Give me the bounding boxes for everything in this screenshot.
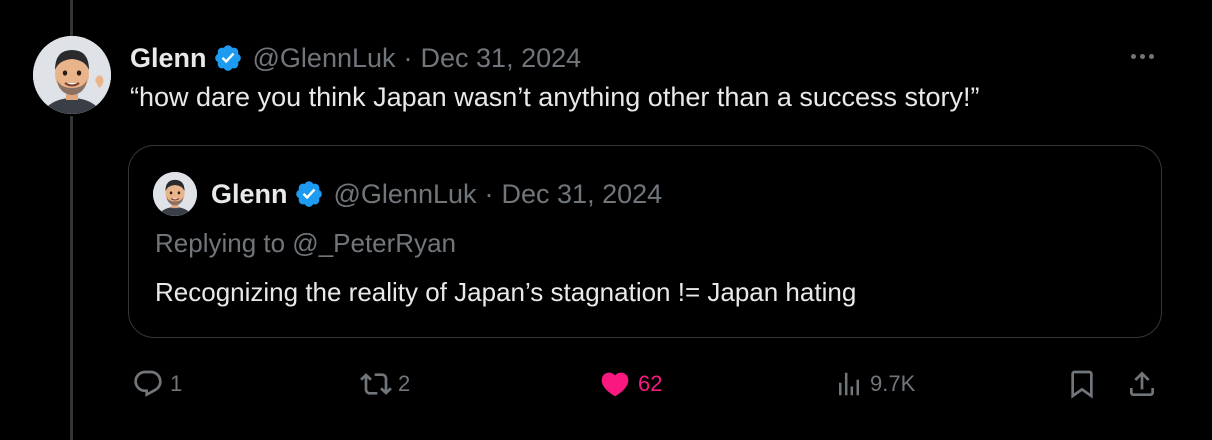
- verified-badge-icon: [294, 179, 324, 209]
- quoted-date: Dec 31, 2024: [501, 178, 663, 209]
- avatar[interactable]: [33, 36, 111, 114]
- thread-line-top: [70, 0, 73, 36]
- meta-separator: ·: [403, 42, 413, 73]
- repost-icon: [360, 373, 392, 395]
- like-count: 62: [638, 371, 663, 396]
- quoted-author-name: Glenn: [211, 178, 288, 209]
- meta-separator: ·: [484, 178, 494, 209]
- quoted-avatar: [153, 172, 197, 216]
- share-icon: [1130, 371, 1154, 396]
- replying-to: Replying to @_PeterRyan: [155, 228, 456, 258]
- repost-count: 2: [398, 371, 411, 396]
- quoted-text: Recognizing the reality of Japan’s stagn…: [155, 277, 857, 307]
- quoted-author-handle: @GlennLuk: [333, 178, 477, 209]
- more-options-icon[interactable]: [1124, 44, 1160, 68]
- tweet-text: “how dare you think Japan wasn’t anythin…: [130, 82, 980, 112]
- share-button[interactable]: [1126, 367, 1158, 401]
- bookmark-icon: [1071, 370, 1093, 399]
- heart-filled-icon: [601, 372, 629, 397]
- reply-icon: [134, 370, 162, 397]
- tweet-date[interactable]: Dec 31, 2024: [421, 43, 582, 74]
- thread-line-bottom: [70, 116, 73, 440]
- like-button[interactable]: 62: [598, 367, 662, 401]
- memoji-avatar-icon: [33, 36, 111, 114]
- bookmark-button[interactable]: [1066, 367, 1098, 401]
- quoted-tweet[interactable]: Glenn @GlennLuk · Dec 31, 2024 Replying …: [128, 145, 1162, 338]
- repost-button[interactable]: 2: [360, 367, 410, 401]
- reply-button[interactable]: 1: [132, 367, 182, 401]
- author-handle[interactable]: @GlennLuk: [253, 43, 396, 74]
- memoji-avatar-icon: [153, 172, 197, 216]
- analytics-icon: [839, 372, 859, 396]
- reply-count: 1: [170, 371, 183, 396]
- verified-badge-icon[interactable]: [213, 43, 243, 73]
- view-count: 9.7K: [870, 371, 916, 396]
- tweet-header: Glenn @GlennLuk · Dec 31, 2024: [130, 38, 581, 78]
- quoted-header: Glenn @GlennLuk · Dec 31, 2024: [211, 174, 662, 214]
- author-name[interactable]: Glenn: [130, 43, 207, 74]
- views-button[interactable]: 9.7K: [834, 367, 915, 401]
